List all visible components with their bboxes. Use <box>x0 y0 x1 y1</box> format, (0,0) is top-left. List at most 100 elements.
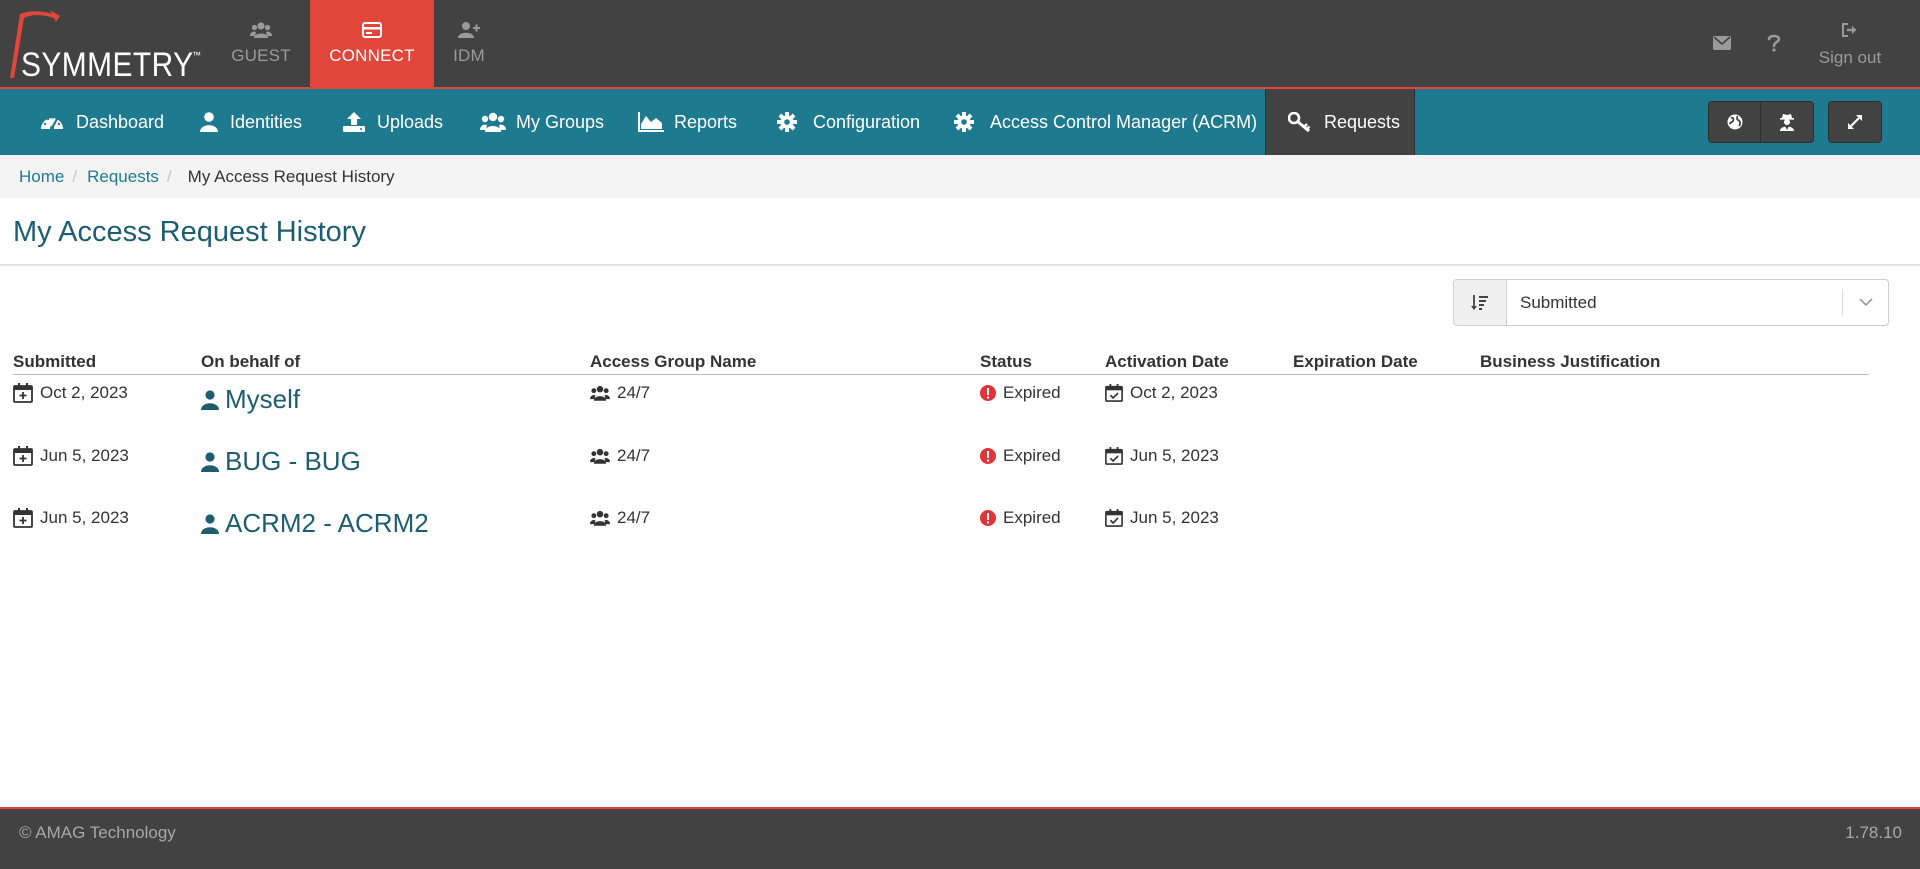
breadcrumb-current: My Access Request History <box>187 166 395 186</box>
submitted-date: Jun 5, 2023 <box>40 446 129 465</box>
globe-icon <box>1727 114 1742 130</box>
nav-item-acrm[interactable]: Access Control Manager (ACRM) <box>954 89 1257 155</box>
status-badge: Expired <box>1003 383 1061 402</box>
column-header-access-group-name[interactable]: Access Group Name <box>590 352 756 372</box>
sign-out-icon <box>1841 21 1859 39</box>
exclamation-circle-icon <box>980 510 996 526</box>
on-behalf-of-link[interactable]: ACRM2 - ACRM2 <box>201 508 429 539</box>
activation-date-cell: Jun 5, 2023 <box>1105 446 1219 466</box>
upload-icon <box>343 110 367 134</box>
symmetry-logo[interactable]: SYMMETRY ™ <box>6 6 206 84</box>
page-title: My Access Request History <box>13 216 366 248</box>
app-tab-label: CONNECT <box>329 46 415 65</box>
logo-text: SYMMETRY <box>21 46 194 84</box>
app-tab-connect[interactable]: CONNECT <box>310 0 434 88</box>
user-plus-icon <box>458 20 480 40</box>
activation-date-cell: Oct 2, 2023 <box>1105 383 1218 403</box>
app-tab-guest[interactable]: GUEST <box>221 0 301 88</box>
users-icon <box>590 510 610 526</box>
sort-select[interactable]: Submitted <box>1453 279 1889 326</box>
users-icon <box>590 448 610 464</box>
table-header-divider <box>13 374 1869 375</box>
top-bar: SYMMETRY ™ GUEST CONNECT IDM Sign out <box>0 0 1920 89</box>
nav-item-identities[interactable]: Identities <box>200 89 302 155</box>
breadcrumb: Home / Requests / My Access Request Hist… <box>0 155 1920 198</box>
nav-item-label: Reports <box>674 111 738 132</box>
nav-button-group <box>1708 101 1814 143</box>
calendar-check-icon <box>1105 384 1123 402</box>
sign-out-button[interactable]: Sign out <box>1808 0 1892 88</box>
column-header-business-justification[interactable]: Business Justification <box>1480 352 1660 372</box>
user-secret-icon <box>1780 114 1794 131</box>
nav-item-uploads[interactable]: Uploads <box>343 89 443 155</box>
key-icon <box>1288 110 1314 134</box>
access-group-name: 24/7 <box>617 508 651 527</box>
nav-item-configuration[interactable]: Configuration <box>777 89 920 155</box>
status-cell: Expired <box>980 446 1061 466</box>
chevron-down-icon[interactable] <box>1842 290 1888 315</box>
users-icon <box>250 20 272 40</box>
activation-date: Jun 5, 2023 <box>1130 446 1219 465</box>
submitted-date: Oct 2, 2023 <box>40 383 128 402</box>
calendar-plus-icon <box>13 383 33 403</box>
access-group-cell: 24/7 <box>590 446 650 466</box>
user-icon <box>201 389 219 410</box>
column-header-status[interactable]: Status <box>980 352 1032 372</box>
nav-item-label: My Groups <box>516 111 605 132</box>
user-secret-button[interactable] <box>1761 101 1814 143</box>
on-behalf-of-name[interactable]: Myself <box>225 384 300 415</box>
on-behalf-of-link[interactable]: BUG - BUG <box>201 446 361 477</box>
on-behalf-of-name[interactable]: BUG - BUG <box>225 446 361 477</box>
app-tab-idm[interactable]: IDM <box>442 0 496 88</box>
activation-date-cell: Jun 5, 2023 <box>1105 508 1219 528</box>
status-badge: Expired <box>1003 508 1061 527</box>
access-group-name: 24/7 <box>617 446 651 465</box>
nav-item-label: Uploads <box>377 111 444 132</box>
column-header-expiration-date[interactable]: Expiration Date <box>1293 352 1418 372</box>
globe-button[interactable] <box>1708 101 1761 143</box>
question-icon[interactable] <box>1762 32 1786 54</box>
users-icon <box>590 385 610 401</box>
nav-item-label: Configuration <box>813 111 921 132</box>
on-behalf-of-link[interactable]: Myself <box>201 384 300 415</box>
on-behalf-of-name[interactable]: ACRM2 - ACRM2 <box>225 508 429 539</box>
user-icon <box>201 451 219 472</box>
nav-item-label: Dashboard <box>76 111 165 132</box>
activation-date: Oct 2, 2023 <box>1130 383 1218 402</box>
app-tab-label: IDM <box>453 46 485 65</box>
breadcrumb-requests[interactable]: Requests <box>87 167 159 187</box>
nav-item-label: Access Control Manager (ACRM) <box>990 111 1258 132</box>
exclamation-circle-icon <box>980 448 996 464</box>
nav-item-my-groups[interactable]: My Groups <box>480 89 604 155</box>
user-icon <box>201 513 219 534</box>
column-header-submitted[interactable]: Submitted <box>13 352 96 372</box>
main-nav: Dashboard Identities Uploads My Groups R… <box>0 89 1920 155</box>
envelope-icon[interactable] <box>1710 32 1734 54</box>
footer-copyright: © AMAG Technology <box>19 823 176 842</box>
expand-button[interactable] <box>1828 101 1882 143</box>
sort-selected-value[interactable]: Submitted <box>1507 280 1842 325</box>
nav-item-dashboard[interactable]: Dashboard <box>40 89 164 155</box>
status-badge: Expired <box>1003 446 1061 465</box>
gear-icon <box>777 110 803 134</box>
sign-out-label: Sign out <box>1818 48 1882 67</box>
footer: © AMAG Technology 1.78.10 <box>0 807 1920 869</box>
access-group-cell: 24/7 <box>590 383 650 403</box>
submitted-cell: Jun 5, 2023 <box>13 508 129 528</box>
nav-item-requests[interactable]: Requests <box>1265 89 1415 155</box>
calendar-plus-icon <box>13 446 33 466</box>
column-header-on-behalf-of[interactable]: On behalf of <box>201 352 300 372</box>
submitted-cell: Oct 2, 2023 <box>13 383 128 403</box>
calendar-check-icon <box>1105 509 1123 527</box>
nav-item-reports[interactable]: Reports <box>638 89 737 155</box>
breadcrumb-home[interactable]: Home <box>19 167 64 187</box>
app-tab-label: GUEST <box>231 46 291 65</box>
calendar-plus-icon <box>13 508 33 528</box>
column-header-activation-date[interactable]: Activation Date <box>1105 352 1229 372</box>
area-chart-icon <box>638 110 664 134</box>
submitted-date: Jun 5, 2023 <box>40 508 129 527</box>
title-divider <box>0 264 1920 266</box>
breadcrumb-separator: / <box>72 166 78 186</box>
users-icon <box>480 110 506 134</box>
sort-direction-button[interactable] <box>1454 280 1507 325</box>
